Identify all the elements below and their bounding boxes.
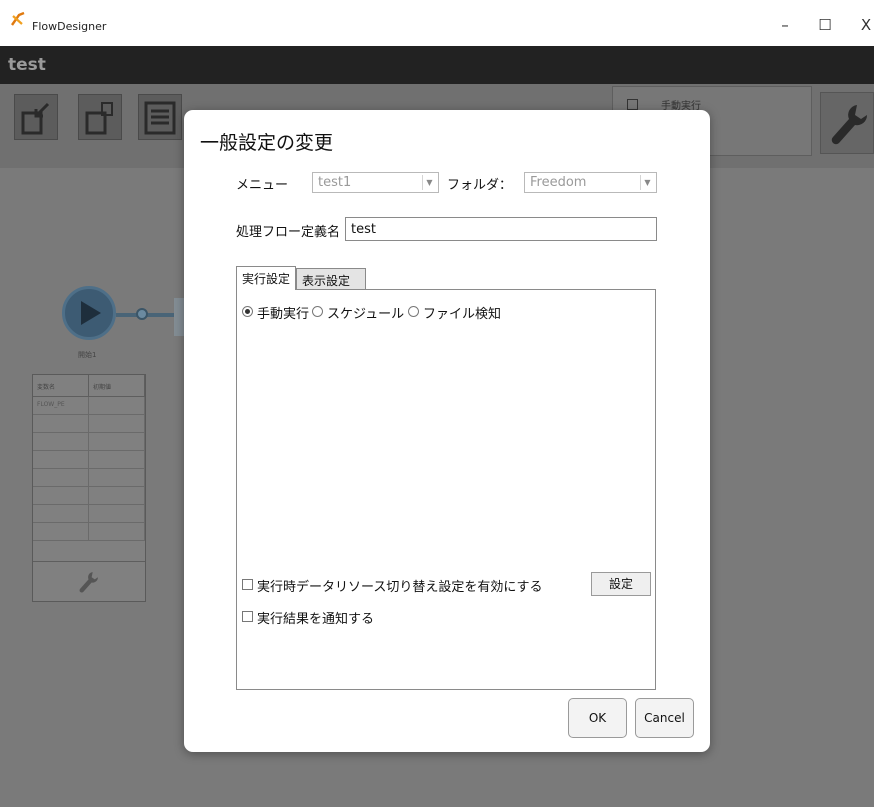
cancel-button[interactable]: Cancel xyxy=(635,698,694,738)
table-row[interactable] xyxy=(33,487,145,505)
table-cell xyxy=(33,451,89,468)
notify-result-label: 実行結果を通知する xyxy=(257,612,375,627)
wrench-icon xyxy=(79,572,98,593)
table-row[interactable] xyxy=(33,415,145,433)
table-cell xyxy=(33,505,89,522)
table-cell xyxy=(89,451,145,468)
export-button[interactable] xyxy=(78,94,122,140)
variables-header: 変数名 初期値 xyxy=(33,375,145,397)
table-cell xyxy=(33,487,89,504)
chevron-down-icon: ▼ xyxy=(422,175,436,190)
datasource-settings-button[interactable]: 設定 xyxy=(591,572,651,596)
folder-label: フォルダ： xyxy=(447,178,513,193)
start-node-label: 開始1 xyxy=(78,351,97,359)
maximize-button[interactable]: ☐ xyxy=(814,14,836,36)
flowdesigner-logo-icon xyxy=(11,11,25,26)
tab-execution-settings[interactable]: 実行設定 xyxy=(236,266,296,290)
properties-button[interactable] xyxy=(138,94,182,140)
table-cell xyxy=(33,523,89,540)
table-cell xyxy=(89,487,145,504)
table-cell xyxy=(89,397,145,414)
tab-display-settings[interactable]: 表示設定 xyxy=(296,268,366,289)
run-mode-checkbox[interactable] xyxy=(627,99,638,110)
project-bar: test xyxy=(0,46,874,84)
project-name: test xyxy=(8,55,46,75)
execution-settings-panel: 手動実行 スケジュール ファイル検知 実行時データリソース切り替え設定を有効にす… xyxy=(236,289,656,690)
flow-name-label: 処理フロー定義名 xyxy=(236,225,341,240)
settings-button[interactable] xyxy=(820,92,874,154)
minimize-button[interactable]: – xyxy=(774,14,796,36)
folder-select-value: Freedom xyxy=(530,175,587,190)
export-icon xyxy=(85,102,113,135)
schedule-radio[interactable] xyxy=(312,306,323,317)
table-row[interactable] xyxy=(33,469,145,487)
file-detection-label: ファイル検知 xyxy=(423,307,502,322)
table-row[interactable] xyxy=(33,451,145,469)
close-button[interactable]: X xyxy=(855,14,874,36)
column-header: 初期値 xyxy=(89,375,145,396)
window-title: FlowDesigner xyxy=(32,20,107,33)
import-button[interactable] xyxy=(14,94,58,140)
table-row[interactable] xyxy=(33,505,145,523)
file-detection-radio[interactable] xyxy=(408,306,419,317)
manual-run-label: 手動実行 xyxy=(257,307,310,322)
play-icon xyxy=(81,301,101,325)
table-cell xyxy=(89,505,145,522)
table-cell: FLOW_PE xyxy=(33,397,89,414)
window-titlebar: FlowDesigner – ☐ X xyxy=(0,0,874,46)
general-settings-dialog: 一般設定の変更 メニュー test1 ▼ フォルダ： Freedom ▼ 処理フ… xyxy=(184,110,710,752)
datasource-switch-checkbox[interactable] xyxy=(242,579,253,590)
table-row[interactable] xyxy=(33,523,145,541)
schedule-label: スケジュール xyxy=(327,307,405,322)
ok-button[interactable]: OK xyxy=(568,698,627,738)
dialog-title: 一般設定の変更 xyxy=(200,132,334,154)
table-row[interactable]: FLOW_PE xyxy=(33,397,145,415)
table-cell xyxy=(89,523,145,540)
folder-select[interactable]: Freedom ▼ xyxy=(524,172,657,193)
column-header: 変数名 xyxy=(33,375,89,396)
table-row[interactable] xyxy=(33,433,145,451)
table-cell xyxy=(33,433,89,450)
menu-label: メニュー xyxy=(236,178,289,193)
table-cell xyxy=(33,415,89,432)
datasource-switch-label: 実行時データリソース切り替え設定を有効にする xyxy=(257,580,543,595)
connector-port[interactable] xyxy=(136,308,148,320)
manual-run-radio[interactable] xyxy=(242,306,253,317)
table-cell xyxy=(33,469,89,486)
table-cell xyxy=(89,415,145,432)
menu-select-value: test1 xyxy=(318,175,352,190)
variables-panel: 変数名 初期値 FLOW_PE xyxy=(32,374,146,602)
menu-select[interactable]: test1 ▼ xyxy=(312,172,439,193)
variables-settings-button[interactable] xyxy=(33,561,145,601)
chevron-down-icon: ▼ xyxy=(640,175,654,190)
table-cell xyxy=(89,433,145,450)
list-icon xyxy=(144,101,176,135)
import-icon xyxy=(21,102,50,135)
table-cell xyxy=(89,469,145,486)
start-node[interactable] xyxy=(62,286,116,340)
wrench-icon xyxy=(831,105,868,145)
notify-result-checkbox[interactable] xyxy=(242,611,253,622)
flow-name-input[interactable] xyxy=(345,217,657,241)
